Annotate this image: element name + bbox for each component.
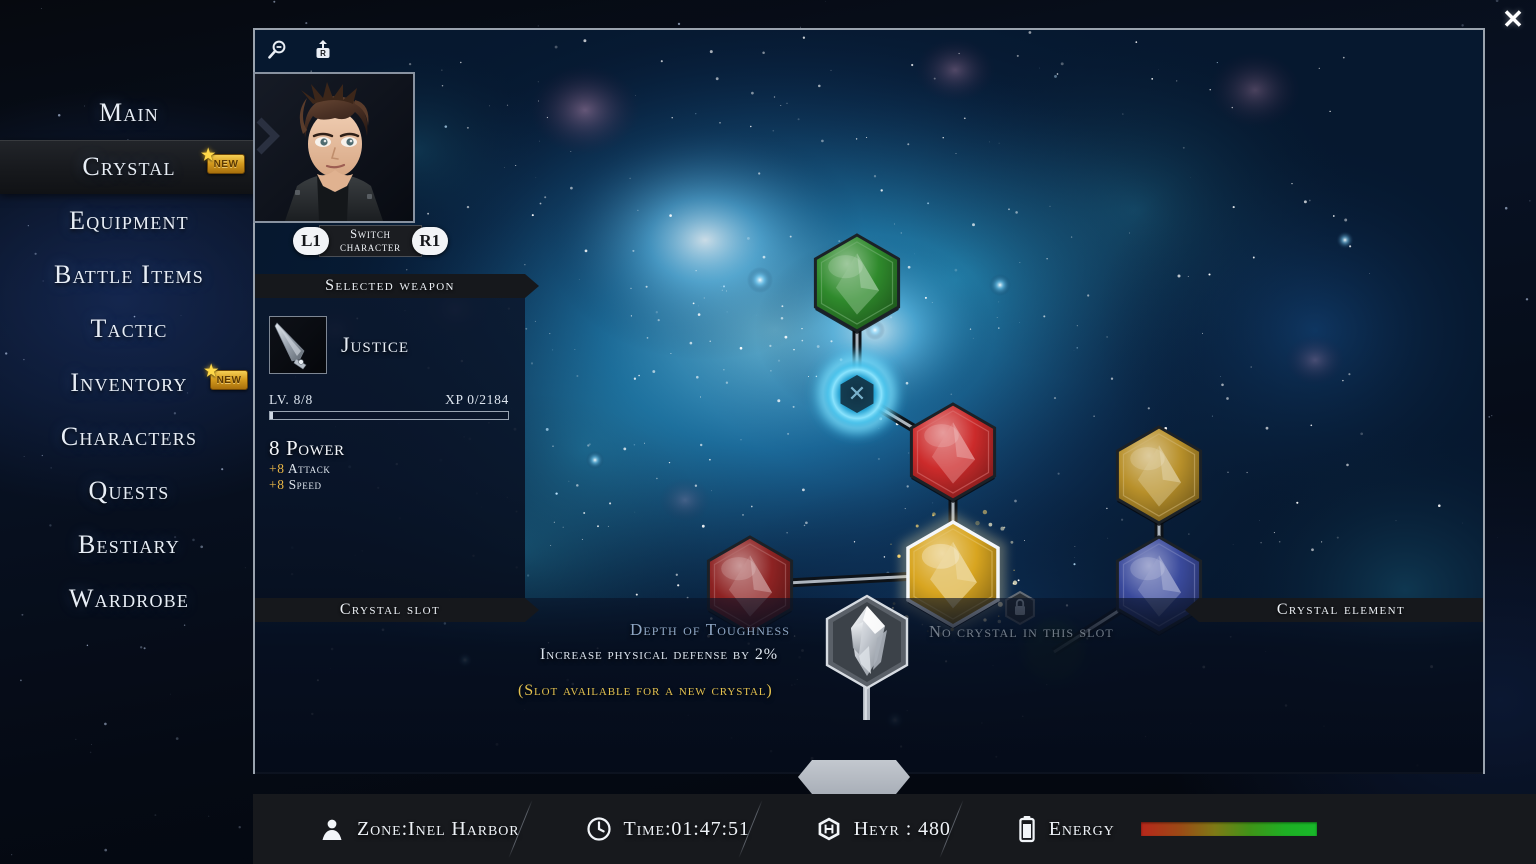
status-bar: Zone:Inel Harbor Time:01:47:51 Heyr : 48… [253,794,1536,864]
status-zone: Zone:Inel Harbor [253,794,520,864]
weapon-stat-attack-name: Attack [287,461,331,476]
switch-hint-line2: character [340,240,401,254]
crystal-element-banner: Crystal element [1185,598,1483,622]
sidebar-item-label: Tactic [90,314,168,343]
status-time: Time:01:47:51 [520,794,750,864]
crystal-info-strip: Depth of Toughness Increase physical def… [255,594,1483,774]
close-icon[interactable]: ✕ [1496,2,1530,36]
sidebar-item-label: Crystal [82,152,176,181]
l1-button[interactable]: L1 [293,227,329,255]
dagger-icon [274,322,307,370]
view-controls: R [262,36,338,64]
status-time-label: Time:01:47:51 [623,817,750,840]
sidebar-item-label: Main [99,98,159,127]
weapon-stat-attack: +8 Attack [269,461,509,477]
heyr-coin-icon [818,817,840,841]
selected-weapon-panel: Justice LV. 8/8 XP 0/2184 8 Power +8 Att… [255,298,525,598]
weapon-stat-attack-bonus: +8 [269,461,285,476]
sidebar-item-inventory[interactable]: Inventory ★ NEW [0,356,258,410]
sidebar-item-label: Quests [88,476,170,505]
battery-icon [1019,816,1035,843]
sidebar-item-main[interactable]: Main [0,86,258,140]
new-badge-label: NEW [213,158,239,170]
weapon-level: LV. 8/8 [269,392,313,407]
sidebar-item-label: Characters [60,422,198,451]
sidebar-item-bestiary[interactable]: Bestiary [0,518,258,572]
star-icon: ★ [201,147,216,164]
status-zone-label: Zone:Inel Harbor [357,817,520,840]
weapon-icon[interactable] [269,316,327,374]
selected-weapon-banner: Selected weapon [255,274,539,298]
sidebar-item-battle-items[interactable]: Battle Items [0,248,258,302]
weapon-power: 8 Power [269,436,345,460]
crystal-node-red-filled[interactable] [909,402,997,503]
weapon-header: Justice [269,316,509,374]
sidebar-item-quests[interactable]: Quests [0,464,258,518]
new-badge: ★ NEW [201,148,245,174]
new-badge-label: NEW [216,374,242,386]
svg-text:R: R [320,49,326,58]
sidebar-item-equipment[interactable]: Equipment [0,194,258,248]
weapon-xp-fill [270,412,273,419]
sidebar-item-label: Bestiary [78,530,180,559]
avatar[interactable] [253,72,415,223]
sidebar-item-label: Equipment [69,206,189,235]
magnifier-minus-icon[interactable] [262,36,292,64]
weapon-stat-speed-bonus: +8 [269,477,285,492]
no-crystal-message: No crystal in this slot [929,622,1114,641]
status-currency: Heyr : 480 [750,794,951,864]
sidebar-item-label: Battle Items [54,260,204,289]
weapon-xp-bar [269,411,509,420]
switch-character-label: Switch character [319,225,422,257]
crystal-availability: (Slot available for a new crystal) [518,682,773,699]
weapon-stat-speed-name: Speed [288,477,322,492]
sidebar-item-crystal[interactable]: Crystal ★ NEW [0,140,275,194]
status-energy: Energy [951,794,1317,864]
weapon-stat-speed: +8 Speed [269,477,509,493]
crystal-slot-banner: Crystal slot [255,598,539,622]
status-energy-label: Energy [1048,817,1115,840]
weapon-name: Justice [341,332,410,357]
crystal-node-green-filled[interactable] [813,233,901,334]
switch-character-control[interactable]: L1 Switch character R1 [293,225,448,257]
sidebar-item-characters[interactable]: Characters [0,410,258,464]
sidebar-item-wardrobe[interactable]: Wardrobe [0,572,258,626]
empty-slot-x-icon: ✕ [848,381,866,406]
avatar-image [255,74,413,221]
crystal-description: Increase physical defense by 2% [540,646,779,663]
sidebar-item-tactic[interactable]: Tactic [0,302,258,356]
map-marker-icon [322,819,342,840]
new-badge: ★ NEW [204,364,248,390]
panel-collapse-handle[interactable] [798,760,910,794]
clock-icon [586,817,611,841]
energy-bar [1140,822,1317,836]
weapon-xp: XP 0/2184 [445,392,509,407]
crystal-preview-icon [825,594,909,720]
status-currency-label: Heyr : 480 [853,817,951,840]
character-portrait-panel[interactable] [253,72,415,223]
sidebar-item-label: Wardrobe [68,584,190,613]
weapon-level-row: LV. 8/8 XP 0/2184 [269,392,509,408]
r1-button[interactable]: R1 [411,227,448,255]
right-stick-icon[interactable]: R [308,36,338,64]
main-menu-sidebar[interactable]: Main Crystal ★ NEW Equipment Battle Items Tact… [0,86,275,626]
crystal-node-gold-filled[interactable] [1115,425,1203,526]
star-icon: ★ [204,363,219,380]
sidebar-item-label: Inventory [70,368,188,397]
crystal-title: Depth of Toughness [630,620,791,639]
crystal-node-void-cursor[interactable]: ✕ [811,348,903,440]
